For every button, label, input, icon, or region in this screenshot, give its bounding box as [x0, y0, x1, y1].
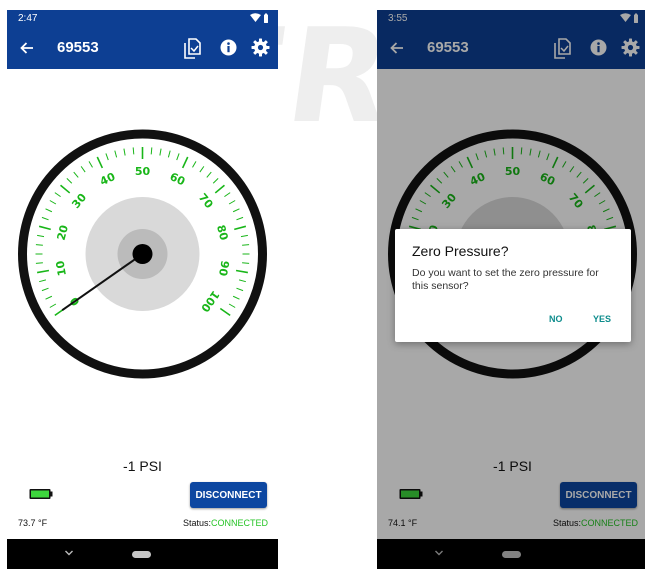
gauge-tick — [219, 307, 231, 317]
gauge-tick — [39, 279, 47, 283]
gauge-tick — [41, 216, 49, 221]
dialog-no-button[interactable]: NO — [545, 312, 567, 326]
gauge-tick — [238, 279, 246, 283]
gauge-tick — [49, 200, 57, 205]
disconnect-button[interactable]: DISCONNECT — [190, 482, 267, 508]
gauge-tick — [45, 208, 53, 213]
nav-chevron-down-icon[interactable] — [64, 549, 74, 557]
gauge-tick — [150, 147, 153, 155]
gauge-tick — [132, 147, 135, 155]
gauge-tick — [242, 244, 250, 246]
zero-pressure-dialog: Zero Pressure? Do you want to set the ze… — [395, 229, 631, 342]
system-nav-bar — [7, 539, 278, 569]
gauge-tick — [36, 269, 50, 274]
dialog-title: Zero Pressure? — [412, 243, 509, 259]
gauge-tick — [73, 171, 79, 178]
phone-screen-dialog: 3:55 69553 30 40 50 60 70 -1 PSI DISCONN… — [377, 10, 645, 569]
gauge-tick — [123, 148, 126, 156]
gauge-label-20: 20 — [55, 223, 72, 241]
gauge-tick — [236, 216, 244, 221]
gauge-tick — [181, 156, 189, 169]
gauge-tick — [214, 184, 225, 194]
gauge-tick — [232, 208, 240, 213]
status-time: 2:47 — [18, 13, 38, 24]
gauge-tick — [105, 153, 109, 161]
status-bar: 2:47 — [7, 10, 278, 27]
gauge-label-60: 60 — [168, 170, 188, 188]
gauge-tick — [199, 166, 205, 173]
gauge-tick — [96, 156, 104, 169]
gauge-tick — [60, 184, 71, 194]
gauge-tick — [228, 200, 236, 205]
connection-status: Status:CONNECTED — [183, 518, 268, 528]
gear-icon[interactable] — [251, 38, 270, 57]
gauge-tick — [192, 161, 197, 168]
gauge-tick — [212, 177, 219, 184]
gauge-tick — [235, 269, 249, 274]
gauge-tick — [54, 192, 61, 198]
gauge-tick — [159, 148, 162, 156]
gauge-tick — [114, 150, 118, 158]
gauge-label-80: 80 — [214, 224, 231, 242]
info-icon[interactable] — [220, 39, 237, 56]
gauge-tick — [41, 287, 49, 292]
dialog-message: Do you want to set the zero pressure for… — [412, 267, 599, 292]
status-label: Status: — [182, 518, 211, 528]
gauge-tick — [66, 177, 73, 184]
gauge-tick — [38, 225, 51, 231]
gauge-label-70: 70 — [196, 191, 216, 211]
gauge-label-50: 50 — [135, 165, 151, 178]
gauge-label-40: 40 — [98, 170, 118, 188]
gauge-tick — [45, 295, 53, 300]
gauge-label-30: 30 — [69, 191, 89, 211]
phone-screen-gauge: 2:47 69553 10 20 30 40 50 60 70 80 90 10… — [7, 10, 278, 569]
gauge-tick — [224, 192, 231, 198]
gauge-tick — [176, 153, 180, 161]
gauge-tick — [236, 287, 244, 292]
app-toolbar: 69553 — [7, 27, 278, 69]
pressure-gauge: 0102030405060708090100 — [18, 129, 267, 379]
gauge-tick — [242, 262, 250, 264]
status-value: CONNECTED — [210, 518, 268, 528]
gauge-tick — [228, 303, 236, 308]
gauge-label-90: 90 — [216, 260, 232, 278]
gauge-tick — [35, 262, 43, 264]
gauge-tick — [35, 244, 43, 246]
gauge-tick — [80, 166, 86, 173]
gauge-tick — [167, 150, 171, 158]
copy-icon[interactable] — [181, 37, 203, 59]
temperature-readout: 73.7 °F — [18, 518, 48, 528]
gauge-hub — [132, 244, 153, 264]
sensor-id-title: 69553 — [57, 39, 99, 56]
arrow-back-icon[interactable] — [18, 39, 36, 57]
wifi-battery-status-icons — [250, 13, 268, 23]
gauge-label-100: 100 — [198, 288, 222, 315]
battery-icon — [29, 489, 53, 499]
gauge-tick — [234, 225, 247, 231]
gauge-tick — [206, 171, 212, 178]
gauge-tick — [49, 303, 57, 308]
gauge-tick — [37, 234, 45, 238]
gauge-tick — [232, 295, 240, 300]
gauge-tick — [88, 161, 93, 168]
nav-home-pill[interactable] — [132, 551, 151, 558]
gauge-label-10: 10 — [53, 259, 69, 277]
pressure-readout: -1 PSI — [123, 458, 162, 474]
dialog-yes-button[interactable]: YES — [589, 312, 615, 326]
gauge-tick — [240, 234, 248, 238]
